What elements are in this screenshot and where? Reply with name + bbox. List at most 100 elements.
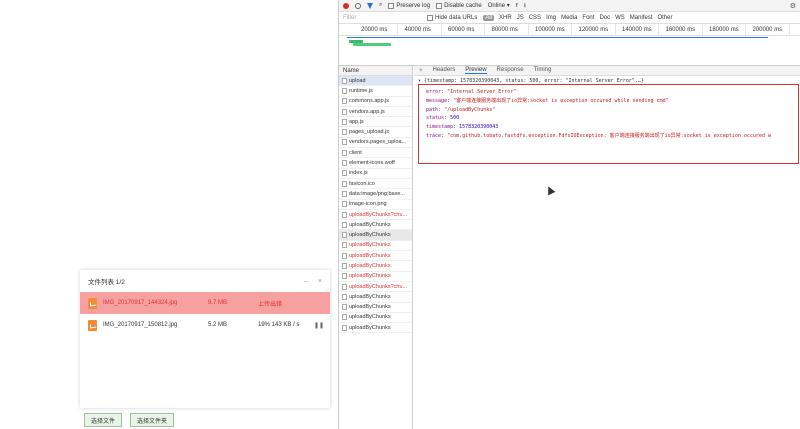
disable-cache-checkbox[interactable]: Disable cache xyxy=(436,2,482,9)
json-field-message[interactable]: message: "客户端连接服务端出现了io异常:socket is exce… xyxy=(426,97,798,106)
request-row[interactable]: data:image/png;base... xyxy=(339,189,412,200)
import-icon[interactable]: ⭱ xyxy=(516,1,518,11)
request-name: uploadByChunks?chu... xyxy=(349,211,408,218)
json-field-trace[interactable]: trace: "com.github.tobato.fastdfs.except… xyxy=(426,132,798,141)
request-row[interactable]: upload xyxy=(339,76,412,87)
timeline-tick-label: 80000 ms xyxy=(491,27,518,33)
timeline-gridline xyxy=(614,24,616,35)
gear-icon[interactable]: ⚙ xyxy=(790,2,796,10)
close-detail-icon[interactable]: × xyxy=(419,68,423,74)
hide-data-urls-checkbox[interactable]: Hide data URLs xyxy=(427,14,477,21)
request-row[interactable]: client xyxy=(339,148,412,159)
search-icon[interactable]: ⌕ xyxy=(379,2,382,9)
request-row[interactable]: runtime.js xyxy=(339,86,412,97)
request-row[interactable]: uploadByChunks xyxy=(339,303,412,313)
preserve-log-checkbox[interactable]: Preserve log xyxy=(388,2,430,9)
request-row[interactable]: uploadByChunks?chu... xyxy=(339,282,412,293)
upload-file-row[interactable]: IMG_20170917_150812.jpg 5.2 MB 19% 143 KB … xyxy=(80,314,330,336)
timeline-tick-label: 40000 ms xyxy=(404,27,431,33)
request-row[interactable]: pages_upload.js xyxy=(339,127,412,138)
file-icon xyxy=(342,242,347,249)
export-icon[interactable]: ⭳ xyxy=(524,1,526,11)
type-filter-js[interactable]: JS xyxy=(517,15,524,21)
tab-headers[interactable]: Headers xyxy=(433,67,456,74)
file-icon xyxy=(342,118,347,125)
file-name: IMG_20170917_144324.jpg xyxy=(103,300,178,306)
devtools-network-panel: ⌕ Preserve log Disable cache Online ▾ ⭱ … xyxy=(338,0,800,429)
request-name: vendors.app.js xyxy=(349,108,385,115)
request-name: image-icon.png xyxy=(349,201,387,208)
filter-input[interactable]: Filter xyxy=(343,15,421,21)
type-filter-css[interactable]: CSS xyxy=(529,15,541,21)
request-row[interactable]: uploadByChunks?chu... xyxy=(339,210,412,221)
choose-folder-button[interactable]: 选择文件夹 xyxy=(130,413,175,427)
timeline-tick-label: 140000 ms xyxy=(622,27,652,33)
timeline-gridline xyxy=(527,24,529,35)
timeline-gridline xyxy=(745,24,746,35)
clear-icon[interactable] xyxy=(355,2,361,9)
tab-response[interactable]: Response xyxy=(497,67,524,74)
type-filter-media[interactable]: Media xyxy=(561,15,577,21)
request-row[interactable]: element-icons.woff xyxy=(339,158,412,169)
request-row[interactable]: uploadByChunks xyxy=(339,313,412,324)
minimize-icon[interactable]: – xyxy=(304,278,308,285)
request-row[interactable]: vendors.app.js xyxy=(339,107,412,118)
request-row[interactable]: image-icon.png xyxy=(339,200,412,210)
request-name: index.js xyxy=(349,170,368,177)
record-icon[interactable] xyxy=(343,2,349,9)
file-icon xyxy=(342,252,347,259)
filter-icon[interactable] xyxy=(367,2,373,9)
pause-icon[interactable]: ❚❚ xyxy=(314,322,324,329)
request-row[interactable]: uploadByChunks xyxy=(339,261,412,272)
upload-file-row[interactable]: IMG_20170917_144324.jpg 9.7 MB 上传出错 xyxy=(80,292,330,314)
file-icon xyxy=(342,232,347,239)
request-row[interactable]: favicon.ico xyxy=(339,179,412,190)
request-list: Name upload runtime.js commons.app.js vendo… xyxy=(339,66,413,429)
type-filter-all[interactable]: All xyxy=(483,14,495,21)
request-name: uploadByChunks xyxy=(349,304,391,311)
type-filter-ws[interactable]: WS xyxy=(615,15,625,21)
request-row[interactable]: uploadByChunks xyxy=(339,241,412,252)
type-filter-xhr[interactable]: XHR xyxy=(499,15,512,21)
timeline-gridline xyxy=(571,24,572,35)
close-icon[interactable]: × xyxy=(318,278,322,285)
type-filter-img[interactable]: Img xyxy=(546,15,556,21)
mouse-cursor-icon xyxy=(544,184,556,196)
image-file-icon xyxy=(88,297,97,309)
timeline-gridline xyxy=(440,24,442,35)
request-row[interactable]: commons.app.js xyxy=(339,97,412,107)
json-field-path[interactable]: path: "/uploadByChunks" xyxy=(426,106,798,115)
file-icon xyxy=(342,77,347,84)
json-field-timestamp[interactable]: timestamp: 1578320390043 xyxy=(426,123,798,132)
file-icon xyxy=(342,273,347,280)
tab-timing[interactable]: Timing xyxy=(534,67,552,74)
request-row[interactable]: index.js xyxy=(339,169,412,179)
timeline-gridline xyxy=(788,24,790,35)
network-timeline[interactable]: 20000 ms 40000 ms 60000 ms 80000 ms 100000 m… xyxy=(339,24,800,66)
request-row[interactable]: uploadByChunks xyxy=(339,272,412,282)
json-field-error[interactable]: error: "Internal Server Error" xyxy=(426,88,798,97)
request-row[interactable]: vendors.pages_uploa... xyxy=(339,138,412,149)
choose-file-button[interactable]: 选择文件 xyxy=(84,413,123,427)
file-icon xyxy=(342,262,347,269)
type-filter-doc[interactable]: Doc xyxy=(599,15,610,21)
tab-preview[interactable]: Preview xyxy=(465,67,487,74)
type-filter-other[interactable]: Other xyxy=(657,15,672,21)
request-row[interactable]: uploadByChunks xyxy=(339,323,412,334)
json-field-status[interactable]: status: 500 xyxy=(426,114,798,123)
throttle-select[interactable]: Online ▾ xyxy=(488,2,510,9)
type-filter-font[interactable]: Font xyxy=(582,15,594,21)
request-row[interactable]: uploadByChunks xyxy=(339,292,412,303)
request-name: client xyxy=(349,149,362,156)
filter-bar: Filter Hide data URLs All XHR JS CSS Img Medi… xyxy=(339,12,800,24)
request-name: uploadByChunks xyxy=(349,293,391,300)
request-row[interactable]: app.js xyxy=(339,117,412,128)
type-filter-manifest[interactable]: Manifest xyxy=(630,15,653,21)
request-row[interactable]: uploadByChunks xyxy=(339,220,412,231)
request-name: uploadByChunks?chu... xyxy=(349,283,408,290)
timeline-tick-label: 100000 ms xyxy=(535,27,565,33)
request-row[interactable]: uploadByChunks xyxy=(339,251,412,262)
name-column-header[interactable]: Name xyxy=(339,66,412,76)
request-row[interactable]: uploadByChunks xyxy=(339,230,412,241)
file-name: IMG_20170917_150812.jpg xyxy=(103,322,178,328)
